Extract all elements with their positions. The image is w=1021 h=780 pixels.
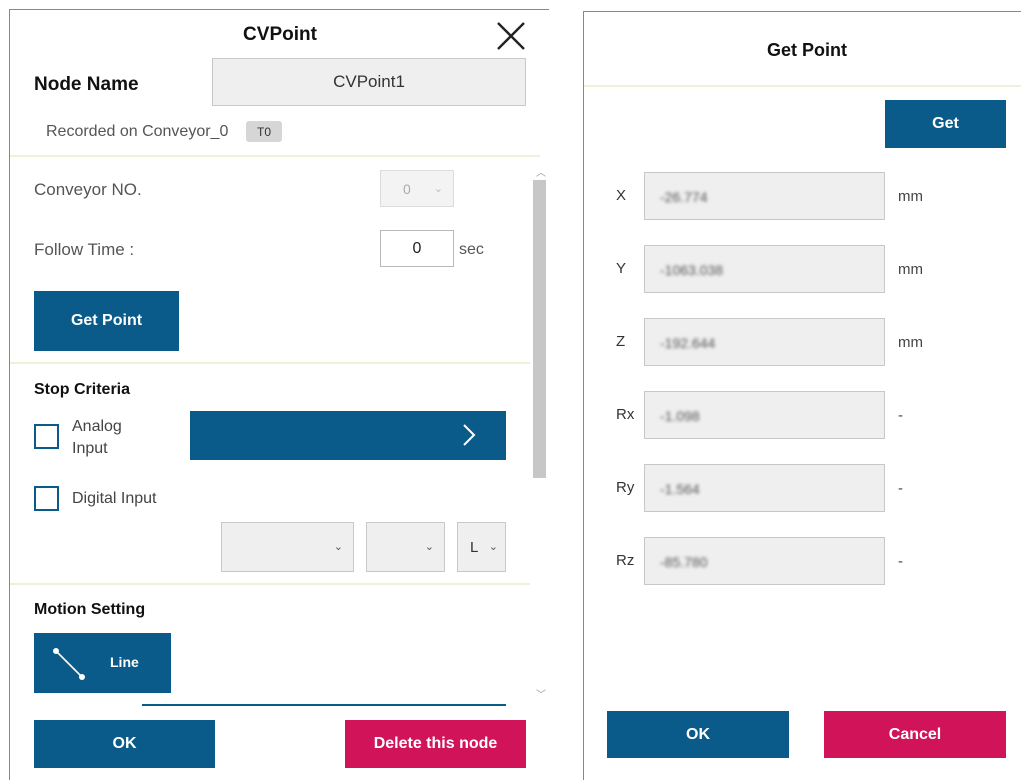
coordinate-value-field[interactable]: -26.774 xyxy=(644,172,885,220)
coordinate-axis-label: Z xyxy=(616,333,626,350)
coordinate-row: Z -192.644 mm xyxy=(584,318,1021,366)
divider xyxy=(10,362,530,364)
coordinate-value-field[interactable]: -85.780 xyxy=(644,537,885,585)
chevron-down-icon: ⌄ xyxy=(333,540,343,553)
ok-button[interactable]: OK xyxy=(34,720,215,768)
coordinate-row: Rx -1.098 - xyxy=(584,391,1021,439)
digital-input-label: Digital Input xyxy=(72,490,157,507)
coordinate-row: Rz -85.780 - xyxy=(584,537,1021,585)
follow-time-label: Follow Time : xyxy=(34,240,135,259)
coordinate-unit: mm xyxy=(898,188,923,205)
chevron-down-icon: ⌄ xyxy=(433,182,443,195)
coordinate-axis-label: X xyxy=(616,187,627,204)
ok-button[interactable]: OK xyxy=(607,711,789,758)
digital-input-checkbox[interactable] xyxy=(34,486,59,511)
coordinate-axis-label: Rz xyxy=(616,552,635,569)
coordinate-value-field[interactable]: -1.098 xyxy=(644,391,885,439)
cancel-button[interactable]: Cancel xyxy=(824,711,1006,758)
chevron-right-icon xyxy=(462,423,476,452)
coordinate-row: Ry -1.564 - xyxy=(584,464,1021,512)
delete-node-button[interactable]: Delete this node xyxy=(345,720,526,768)
analog-input-config-button[interactable] xyxy=(190,411,506,460)
coordinate-unit: - xyxy=(898,553,903,570)
coordinate-unit: mm xyxy=(898,261,923,278)
digital-input-select-3-value: L xyxy=(470,539,479,556)
conveyor-no-label: Conveyor NO. xyxy=(34,180,142,199)
close-icon[interactable] xyxy=(495,20,527,52)
divider xyxy=(584,85,1021,87)
cvpoint-dialog: CVPoint Node Name CVPoint1 Recorded on C… xyxy=(9,9,549,780)
coordinate-value: -85.780 xyxy=(660,554,708,570)
conveyor-no-value: 0 xyxy=(403,181,411,197)
coordinate-axis-label: Y xyxy=(616,260,627,277)
analog-input-label: Analog Input xyxy=(72,418,122,457)
divider xyxy=(10,583,530,585)
dialog-title: Get Point xyxy=(767,40,847,60)
conveyor-no-select[interactable]: 0 ⌄ xyxy=(380,170,454,207)
chevron-down-icon: ⌄ xyxy=(424,540,434,553)
line-motion-icon xyxy=(50,645,88,688)
motion-setting-heading: Motion Setting xyxy=(34,601,146,618)
coordinate-unit: mm xyxy=(898,334,923,351)
follow-time-input[interactable]: 0 xyxy=(380,230,454,267)
digital-input-select-2[interactable]: ⌄ xyxy=(366,522,445,572)
node-name-input[interactable]: CVPoint1 xyxy=(212,58,526,106)
get-button[interactable]: Get xyxy=(885,100,1006,148)
coordinate-value-field[interactable]: -1063.038 xyxy=(644,245,885,293)
coordinate-value-field[interactable]: -1.564 xyxy=(644,464,885,512)
get-point-button[interactable]: Get Point xyxy=(34,291,179,351)
scrollbar-thumb[interactable] xyxy=(533,180,546,478)
coordinate-value: -1063.038 xyxy=(660,262,724,278)
recorded-on-text: Recorded on Conveyor_0 xyxy=(46,123,229,140)
coordinate-value: -1.098 xyxy=(660,408,700,424)
coordinate-unit: - xyxy=(898,407,903,424)
coordinate-value-field[interactable]: -192.644 xyxy=(644,318,885,366)
tool-badge: T0 xyxy=(246,121,282,142)
coordinate-row: Y -1063.038 mm xyxy=(584,245,1021,293)
dialog-title: CVPoint xyxy=(243,24,317,45)
coordinate-value: -1.564 xyxy=(660,481,700,497)
coordinate-value: -192.644 xyxy=(660,335,716,351)
scrollbar[interactable]: ︿ ﹀ xyxy=(530,160,550,708)
get-point-dialog: Get Point Get X -26.774 mm Y -1063.038 mm Z -19… xyxy=(583,11,1021,780)
scroll-up-icon[interactable]: ︿ xyxy=(536,164,546,179)
digital-input-select-3[interactable]: L ⌄ xyxy=(457,522,506,572)
follow-time-unit: sec xyxy=(459,241,484,258)
coordinate-row: X -26.774 mm xyxy=(584,172,1021,220)
coordinate-axis-label: Rx xyxy=(616,406,635,423)
coordinate-value: -26.774 xyxy=(660,189,708,205)
analog-input-checkbox[interactable] xyxy=(34,424,59,449)
node-name-label: Node Name xyxy=(34,74,139,95)
line-motion-button[interactable]: Line xyxy=(34,633,171,693)
motion-underline xyxy=(142,704,506,706)
coordinate-axis-label: Ry xyxy=(616,479,635,496)
coordinate-unit: - xyxy=(898,480,903,497)
divider xyxy=(10,155,540,157)
stop-criteria-heading: Stop Criteria xyxy=(34,381,131,398)
digital-input-select-1[interactable]: ⌄ xyxy=(221,522,354,572)
line-motion-label: Line xyxy=(110,654,139,670)
scroll-down-icon[interactable]: ﹀ xyxy=(536,686,546,701)
chevron-down-icon: ⌄ xyxy=(488,540,498,553)
